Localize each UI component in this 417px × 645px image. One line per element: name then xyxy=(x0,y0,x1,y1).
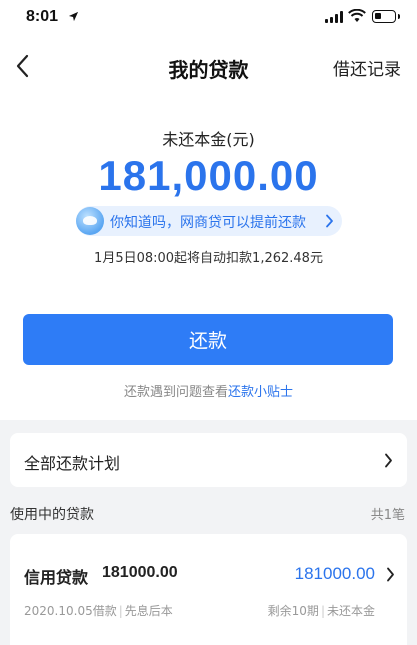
help-prefix-text: 还款遇到问题查看 xyxy=(123,385,228,400)
loan-repay-type: 先息后本 xyxy=(124,604,173,618)
battery-icon xyxy=(372,10,400,23)
chevron-right-icon xyxy=(385,453,392,468)
active-loans-title: 使用中的贷款 xyxy=(10,507,94,523)
loan-type: 信用贷款 xyxy=(24,568,89,587)
borrow-repay-records-link[interactable]: 借还记录 xyxy=(333,55,401,80)
all-repayment-plan-label: 全部还款计划 xyxy=(24,454,121,473)
location-arrow-icon xyxy=(68,11,79,22)
cellular-signal-icon xyxy=(325,11,343,23)
chevron-right-icon xyxy=(387,567,394,582)
repay-button[interactable]: 还款 xyxy=(23,314,393,365)
loan-meta-left: 2020.10.05借款 | 先息后本 xyxy=(24,602,173,619)
prepayment-tip-text: 你知道吗，网商贷可以提前还款 xyxy=(110,215,306,231)
loan-principal: 181000.00 xyxy=(102,564,178,581)
loan-remaining-label: 未还本金 xyxy=(326,604,375,618)
wifi-icon xyxy=(348,9,366,22)
status-bar: 8:01 xyxy=(0,0,417,36)
loan-card[interactable]: 信用贷款 181000.00 181000.00 2020.10.05借款 | 先息… xyxy=(10,534,407,645)
auto-deduct-notice: 1月5日08:00起将自动扣款1,262.48元 xyxy=(94,251,323,266)
prepayment-tip-banner[interactable]: 你知道吗，网商贷可以提前还款 xyxy=(76,206,342,236)
loan-meta-right: 剩余10期 | 未还本金 xyxy=(268,602,375,619)
status-time: 8:01 xyxy=(26,8,59,25)
loan-borrow-date: 2020.10.05借款 xyxy=(24,604,117,618)
outstanding-principal-label: 未还本金(元) xyxy=(162,130,255,149)
meta-divider: | xyxy=(320,604,325,618)
loan-remaining-principal: 181000.00 xyxy=(294,564,375,583)
navigation-bar: 我的贷款 借还记录 xyxy=(0,40,417,90)
repayment-tips-link[interactable]: 还款小贴士 xyxy=(228,385,293,400)
loan-periods-left: 剩余10期 xyxy=(267,604,319,618)
tip-mascot-icon xyxy=(76,207,104,235)
meta-divider: | xyxy=(118,604,123,618)
active-loans-count: 共1笔 xyxy=(370,508,405,523)
outstanding-principal-amount: 181,000.00 xyxy=(98,152,319,199)
chevron-right-icon xyxy=(326,214,333,228)
repayment-help-line: 还款遇到问题查看还款小贴士 xyxy=(0,381,417,400)
all-repayment-plan-row[interactable]: 全部还款计划 xyxy=(10,433,407,487)
